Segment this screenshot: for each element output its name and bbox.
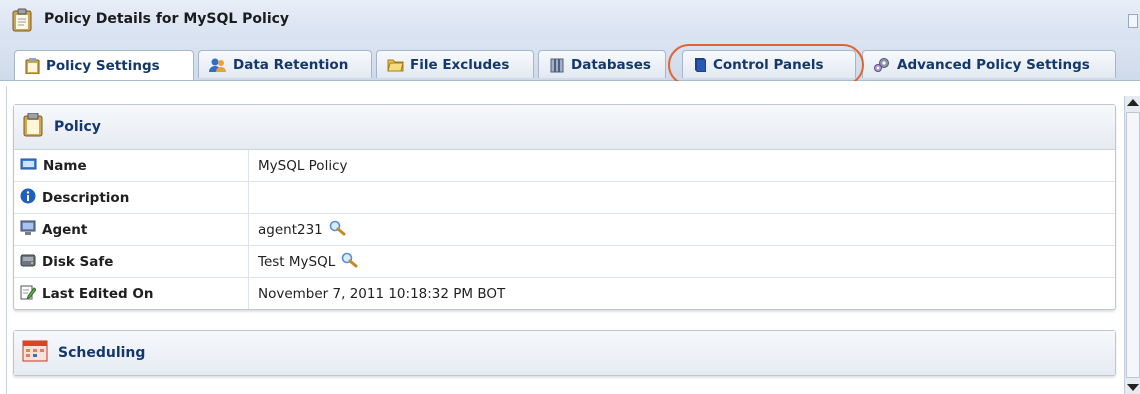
scroll-thumb[interactable] xyxy=(1126,112,1140,378)
policy-panel: Policy Name MySQL Policy Description Age… xyxy=(13,104,1116,310)
scheduling-panel-title: Scheduling xyxy=(58,345,146,361)
row-label-disk-safe: Disk Safe xyxy=(42,253,114,270)
calendar-icon xyxy=(22,340,48,366)
magnifier-icon[interactable] xyxy=(340,252,358,272)
tab-advanced-policy-settings[interactable]: Advanced Policy Settings xyxy=(862,50,1116,78)
tag-icon xyxy=(20,157,37,175)
tab-data-retention[interactable]: Data Retention xyxy=(198,50,372,78)
vertical-scrollbar[interactable] xyxy=(1124,96,1140,394)
tab-control-panels[interactable]: Control Panels xyxy=(682,50,856,78)
table-row: Name MySQL Policy xyxy=(14,150,1115,182)
window-title: Policy Details for MySQL Policy xyxy=(44,11,290,27)
database-icon xyxy=(549,57,565,73)
tab-file-excludes[interactable]: File Excludes xyxy=(376,50,534,78)
policy-name-value: MySQL Policy xyxy=(258,157,348,174)
scheduling-panel: Scheduling xyxy=(13,330,1116,376)
table-row: Disk Safe Test MySQL xyxy=(14,245,1115,278)
tab-label: Data Retention xyxy=(233,56,349,73)
agent-value: agent231 xyxy=(258,221,323,238)
scroll-down-arrow-icon[interactable] xyxy=(1127,384,1139,391)
tab-label: Databases xyxy=(571,56,651,73)
policy-table: Name MySQL Policy Description Agent agen… xyxy=(14,150,1115,309)
computer-icon xyxy=(20,220,36,240)
row-label-name: Name xyxy=(43,157,87,174)
edit-icon xyxy=(20,284,37,304)
row-label-agent: Agent xyxy=(42,221,88,238)
disk-icon xyxy=(20,252,36,272)
tab-label: File Excludes xyxy=(410,56,510,73)
book-icon xyxy=(693,57,707,73)
policy-panel-title: Policy xyxy=(54,119,101,135)
clipboard-icon xyxy=(25,57,40,74)
row-label-description: Description xyxy=(42,189,130,206)
clipboard-icon xyxy=(22,112,44,141)
table-row: Description xyxy=(14,181,1115,214)
scroll-up-arrow-icon[interactable] xyxy=(1127,99,1139,106)
row-label-last-edited: Last Edited On xyxy=(42,285,154,302)
tab-label: Policy Settings xyxy=(46,57,160,74)
magnifier-icon[interactable] xyxy=(328,220,346,240)
tab-label: Control Panels xyxy=(713,56,824,73)
tab-label: Advanced Policy Settings xyxy=(897,56,1090,73)
content-border xyxy=(6,86,7,394)
tab-policy-settings[interactable]: Policy Settings xyxy=(14,50,194,80)
clipboard-icon xyxy=(10,8,34,36)
policy-panel-header[interactable]: Policy xyxy=(14,105,1115,150)
disk-safe-value: Test MySQL xyxy=(258,253,336,270)
collapse-button[interactable] xyxy=(1128,14,1138,28)
info-icon xyxy=(20,188,36,208)
users-icon xyxy=(209,57,227,73)
table-row: Agent agent231 xyxy=(14,213,1115,246)
scheduling-panel-header[interactable]: Scheduling xyxy=(14,331,1115,375)
last-edited-value: November 7, 2011 10:18:32 PM BOT xyxy=(258,285,506,302)
window-title-bar: Policy Details for MySQL Policy xyxy=(0,0,1140,41)
tab-strip: Policy Settings Data Retention File Excl… xyxy=(0,40,1140,81)
table-row: Last Edited On November 7, 2011 10:18:32… xyxy=(14,277,1115,309)
tab-databases[interactable]: Databases xyxy=(538,50,666,78)
gears-icon xyxy=(873,57,891,73)
folder-icon xyxy=(387,57,404,72)
